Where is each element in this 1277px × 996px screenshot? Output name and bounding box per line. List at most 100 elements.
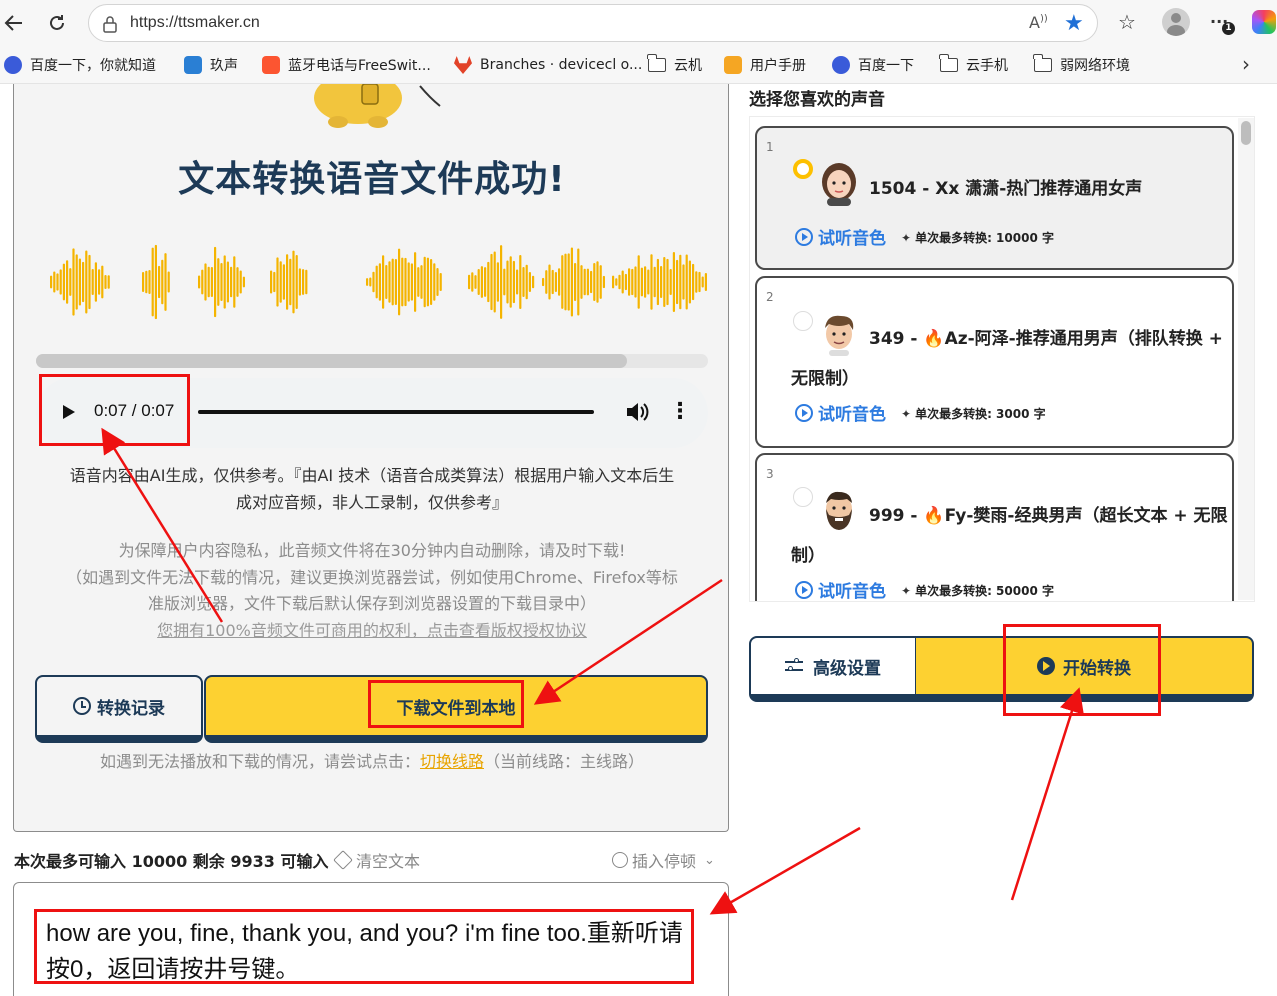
waveform-bar <box>692 263 695 301</box>
waveform-bar <box>226 261 229 303</box>
waveform-bar <box>273 271 276 293</box>
waveform-bar <box>292 250 295 314</box>
voice-radio-selected[interactable] <box>793 159 813 179</box>
waveform-bar <box>236 267 239 297</box>
waveform-bar <box>516 269 519 295</box>
chevron-down-icon: ⌄ <box>704 852 715 868</box>
waveform-bar <box>214 246 217 318</box>
bookmark-folder-cloud-phone[interactable]: 云手机 <box>939 54 1008 75</box>
waveform-bar <box>487 261 490 303</box>
url-text[interactable]: https://ttsmaker.cn <box>130 14 260 32</box>
bearded-male-avatar-icon <box>826 491 852 530</box>
bookmark-baidu[interactable]: 百度一下，你就知道 <box>4 55 156 75</box>
favorite-star-icon[interactable]: ★ <box>1064 11 1084 36</box>
back-arrow-icon[interactable] <box>0 9 28 37</box>
refresh-icon[interactable] <box>43 9 71 37</box>
waveform-bar <box>372 271 375 293</box>
bookmark-bluetooth-phone[interactable]: 蓝牙电话与FreeSwit... <box>262 55 431 75</box>
waveform-bar <box>407 262 410 302</box>
voice-radio[interactable] <box>793 487 813 507</box>
waveform-bar <box>401 257 404 307</box>
read-aloud-icon[interactable]: A)) <box>1029 13 1048 32</box>
bookmark-jiusheng[interactable]: 玖声 <box>184 55 238 75</box>
play-circle-icon <box>795 403 813 422</box>
waveform-bar <box>634 266 637 298</box>
license-agreement-link[interactable]: 您拥有100%音频文件可商用的权利，点击查看版权授权协议 <box>157 621 587 640</box>
waveform-bar <box>398 248 401 316</box>
voice-list-scrollbar[interactable] <box>1238 118 1254 600</box>
waveform-bar <box>366 278 369 286</box>
waveform-bar <box>545 270 548 294</box>
audio-seek-bar[interactable] <box>198 410 594 414</box>
voice-name-continued: 制） <box>791 546 825 566</box>
waveform-bar <box>631 268 634 296</box>
bookmark-folder-yunji[interactable]: 云机 <box>647 54 702 75</box>
waveform-bar <box>430 259 433 305</box>
download-progress-bar <box>36 354 708 368</box>
preview-voice-button[interactable]: 试听音色 <box>795 224 886 249</box>
scroll-thumb[interactable] <box>1241 121 1251 145</box>
advanced-settings-button[interactable]: 高级设置 <box>749 636 917 702</box>
more-menu-icon[interactable]: ··· 1 <box>1210 12 1235 35</box>
waveform-bar <box>420 265 423 299</box>
waveform-bar <box>286 254 289 310</box>
volume-icon[interactable] <box>624 399 650 425</box>
waveform-bar <box>88 254 91 310</box>
waveform-bar <box>628 268 631 296</box>
preview-voice-button[interactable]: 试听音色 <box>795 400 886 425</box>
chevron-right-icon[interactable]: › <box>1242 52 1250 76</box>
waveform-bar <box>512 260 515 304</box>
waveform-bar <box>525 264 528 300</box>
favorites-list-icon[interactable]: ☆ <box>1118 10 1136 34</box>
waveform-bar <box>239 270 242 294</box>
clock-icon <box>73 697 91 715</box>
gitlab-icon <box>454 56 472 74</box>
waveform-bar <box>618 274 621 290</box>
waveform-bar <box>554 272 557 292</box>
voice-radio[interactable] <box>793 311 813 331</box>
voice-card-999[interactable]: 3 999 - 🔥Fy-樊雨-经典男声（超长文本 + 无限 制） 试听音色 ✦ 单… <box>755 453 1234 601</box>
waveform-bar <box>574 263 577 301</box>
input-limit-text: 本次最多可输入 10000 剩余 9933 可输入 <box>14 852 329 871</box>
switch-route-link[interactable]: 切换线路 <box>420 752 484 771</box>
voice-name: 349 - 🔥Az-阿泽-推荐通用男声（排队转换 + <box>869 329 1223 349</box>
waveform-bar <box>279 261 282 303</box>
bookmark-baidu-2[interactable]: 百度一下 <box>832 55 914 75</box>
bookmark-user-manual[interactable]: 用户手册 <box>724 55 806 75</box>
ai-disclaimer: 语音内容由AI生成，仅供参考。『由AI 技术（语音合成类算法）根据用户输入文本后… <box>69 466 675 512</box>
voice-section-heading: 选择您喜欢的声音 <box>749 90 885 110</box>
bookmark-branches[interactable]: Branches · devicecl o... <box>454 55 642 75</box>
waveform-bar <box>647 269 650 295</box>
waveform-bar <box>369 277 372 287</box>
waveform-bar <box>158 265 161 299</box>
baidu-icon <box>4 56 22 74</box>
clear-text-button[interactable]: 清空文本 <box>333 848 420 872</box>
sparkle-icon: ✦ <box>901 583 912 598</box>
download-progress-fill <box>36 354 628 368</box>
waveform-bar <box>53 271 56 293</box>
profile-avatar-icon[interactable] <box>1162 8 1190 36</box>
lock-icon[interactable] <box>101 15 119 33</box>
conversion-history-button[interactable]: 转换记录 <box>35 675 203 743</box>
waveform-bar <box>468 274 471 290</box>
waveform-bar <box>519 254 522 310</box>
voice-list: 1 1504 - Xx 潇潇-热门推荐通用女声 试听音色 ✦ 单次最多转换: 10… <box>749 116 1255 602</box>
copilot-icon[interactable] <box>1252 10 1276 34</box>
voice-card-1504[interactable]: 1 1504 - Xx 潇潇-热门推荐通用女声 试听音色 ✦ 单次最多转换: 10… <box>755 126 1234 270</box>
bookmark-folder-weak-network[interactable]: 弱网络环境 <box>1033 54 1130 75</box>
waveform-bar <box>496 262 499 302</box>
baidu-icon <box>832 56 850 74</box>
voice-card-349[interactable]: 2 349 - 🔥Az-阿泽-推荐通用男声（排队转换 + 无限制） 试听音色 ✦… <box>755 276 1234 448</box>
waveform-bar <box>217 258 220 306</box>
waveform-bar <box>423 256 426 308</box>
waveform-bar <box>223 255 226 309</box>
waveform-bar <box>391 258 394 306</box>
sparkle-icon: ✦ <box>901 230 912 245</box>
insert-pause-dropdown[interactable]: 插入停顿 ⌄ <box>612 848 715 872</box>
waveform-bar <box>644 266 647 298</box>
more-options-icon[interactable]: ⋮ <box>669 398 691 426</box>
annotation-arrow <box>709 826 861 915</box>
address-bar[interactable]: https://ttsmaker.cn A)) ★ <box>88 4 1098 42</box>
waveform-bar <box>295 254 298 310</box>
preview-voice-button[interactable]: 试听音色 <box>795 577 886 601</box>
